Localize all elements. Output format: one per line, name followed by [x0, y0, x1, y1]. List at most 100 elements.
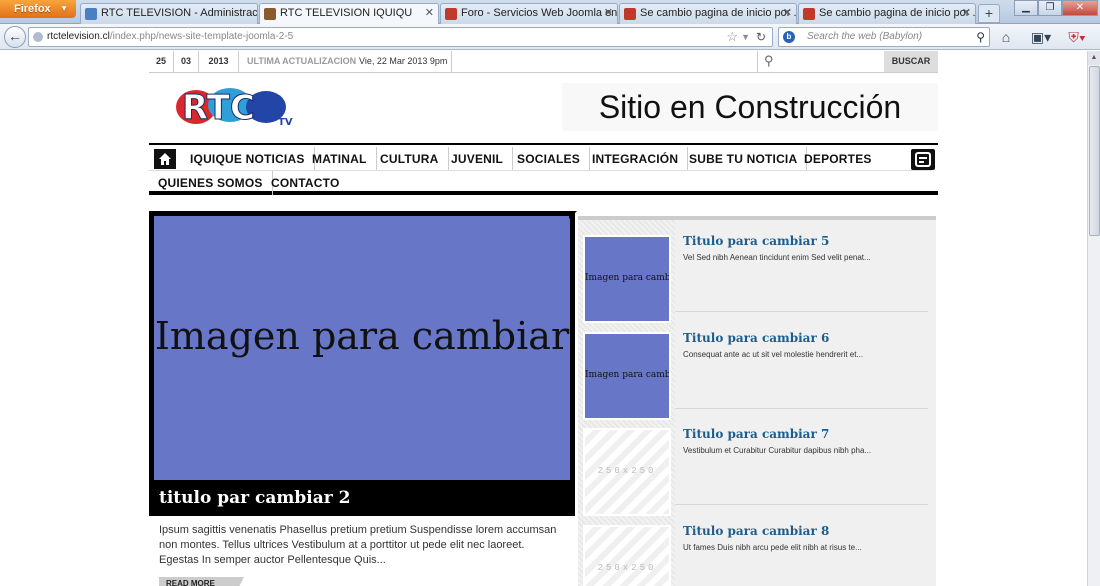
close-window-button[interactable]: ✕ — [1062, 0, 1098, 16]
menu-toggle-icon — [915, 152, 931, 167]
scroll-up-arrow-icon[interactable]: ▲ — [1088, 51, 1100, 65]
toolbar-menu-icon[interactable]: ▣▾ — [1026, 28, 1056, 46]
list-item-title[interactable]: Titulo para cambiar 8 — [683, 524, 829, 538]
list-item: Imagen para cambiar Titulo para cambiar … — [578, 317, 928, 420]
url-path: /index.php/news-site-template-joomla-2-5 — [109, 31, 294, 42]
search-engine-icon[interactable]: b — [783, 31, 795, 43]
site-search-input[interactable]: ⚲ — [757, 51, 883, 72]
nav-item-quienes-somos[interactable]: QUIENES SOMOS — [149, 171, 273, 195]
close-tab-icon[interactable]: ✕ — [604, 4, 613, 23]
restore-window-button[interactable]: ❐ — [1038, 0, 1062, 16]
tab-cambio-pagina-2[interactable]: Se cambio pagina de inicio por ... ✕ — [798, 3, 976, 24]
close-tab-icon[interactable]: ✕ — [425, 4, 434, 23]
search-icon[interactable]: ⚲ — [976, 28, 985, 46]
forum-favicon-icon — [624, 8, 636, 20]
address-bar[interactable]: rtctelevision.cl/index.php/news-site-tem… — [28, 27, 773, 47]
logo-letters: RTC — [182, 88, 255, 128]
buscar-button[interactable]: BUSCAR — [884, 51, 938, 72]
nav-item-deportes[interactable]: DEPORTES — [795, 147, 881, 171]
main-navigation: IQUIQUE NOTICIAS MATINAL CULTURA JUVENIL… — [149, 143, 938, 195]
globe-icon — [33, 32, 43, 42]
addon-icon[interactable]: ⛨▾ — [1062, 28, 1092, 46]
home-icon[interactable]: ⌂ — [996, 28, 1016, 46]
joomla-favicon-icon — [85, 8, 97, 20]
nav-item-cultura[interactable]: CULTURA — [371, 147, 449, 171]
featured-corner-decoration — [569, 211, 577, 219]
chevron-down-icon: ▼ — [60, 4, 68, 13]
home-button[interactable] — [154, 149, 176, 169]
featured-title[interactable]: titulo par cambiar 2 — [159, 483, 350, 513]
browser-nav-bar: ← rtctelevision.cl/index.php/news-site-t… — [0, 24, 1100, 50]
featured-frame: Imagen para cambiar titulo par cambiar 2 — [149, 211, 575, 516]
web-page: 25 03 2013 ULTIMA ACTUALIZACION Vie, 22 … — [0, 51, 1087, 586]
search-placeholder: Search the web (Babylon) — [807, 31, 923, 42]
new-tab-button[interactable]: + — [978, 4, 1000, 23]
list-item-placeholder-thumbnail[interactable]: 250x250 — [583, 428, 671, 516]
tab-label: RTC TELEVISION - Administración — [101, 7, 258, 19]
bookmark-star-icon[interactable]: ☆ — [726, 28, 738, 46]
browser-tab-bar: Firefox ▼ RTC TELEVISION - Administración… — [0, 0, 1100, 25]
last-update-value: Vie, 22 Mar 2013 9pm — [359, 56, 448, 66]
firefox-menu-label: Firefox — [14, 3, 51, 15]
tab-label: Foro - Servicios Web Joomla en ... — [461, 7, 618, 19]
nav-item-contacto[interactable]: CONTACTO — [262, 171, 349, 195]
top-bar-divider — [451, 51, 452, 72]
tab-label: Se cambio pagina de inicio por ... — [640, 7, 797, 19]
tab-foro-joomla[interactable]: Foro - Servicios Web Joomla en ... ✕ — [440, 3, 618, 24]
featured-description: Ipsum sagittis venenatis Phasellus preti… — [159, 524, 557, 566]
back-button[interactable]: ← — [4, 26, 26, 48]
list-item-placeholder-thumbnail[interactable]: 250x250 — [583, 525, 671, 586]
close-tab-icon[interactable]: ✕ — [962, 4, 971, 23]
logo-suffix: TV — [278, 117, 293, 128]
nav-item-sociales[interactable]: SOCIALES — [508, 147, 590, 171]
browser-search-field[interactable]: b Search the web (Babylon) ⚲ — [778, 27, 990, 47]
date-day: 25 — [149, 51, 174, 72]
read-more-button[interactable]: READ MORE — [159, 577, 244, 586]
list-item-thumbnail[interactable]: Imagen para cambiar — [583, 235, 671, 323]
rtc-logo[interactable]: RTC TV — [174, 85, 298, 131]
date-year: 2013 — [199, 51, 239, 72]
forum-favicon-icon — [445, 8, 457, 20]
tab-cambio-pagina-1[interactable]: Se cambio pagina de inicio por ... ✕ — [619, 3, 797, 24]
history-dropdown-icon[interactable]: ▼ — [741, 28, 750, 46]
nav-item-integracion[interactable]: INTEGRACIÓN — [583, 147, 689, 171]
list-item-description: Vel Sed nibh Aenean tincidunt enim Sed v… — [683, 253, 871, 262]
forum-favicon-icon — [803, 8, 815, 20]
list-item-title[interactable]: Titulo para cambiar 5 — [683, 234, 829, 248]
list-item-divider — [675, 311, 928, 312]
url-domain: rtctelevision.cl — [47, 31, 110, 42]
tab-label: RTC TELEVISION IQUIQU — [280, 7, 413, 19]
site-top-bar: 25 03 2013 ULTIMA ACTUALIZACION Vie, 22 … — [149, 51, 938, 73]
page-scrollbar[interactable]: ▲ — [1087, 51, 1100, 586]
reload-icon[interactable]: ↻ — [756, 28, 766, 46]
firefox-menu-button[interactable]: Firefox ▼ — [0, 0, 76, 18]
article-list: Imagen para cambiar Titulo para cambiar … — [578, 216, 936, 586]
list-item-description: Ut fames Duis nibh arcu pede elit nibh a… — [683, 543, 862, 552]
nav-item-juvenil[interactable]: JUVENIL — [442, 147, 514, 171]
list-item-thumbnail[interactable]: Imagen para cambiar — [583, 332, 671, 420]
tab-rtc-iquique[interactable]: RTC TELEVISION IQUIQU ✕ — [259, 3, 439, 25]
date-month: 03 — [174, 51, 199, 72]
tab-rtc-admin[interactable]: RTC TELEVISION - Administración — [80, 3, 258, 24]
featured-image[interactable]: Imagen para cambiar — [154, 216, 570, 480]
nav-item-matinal[interactable]: MATINAL — [303, 147, 377, 171]
list-item-title[interactable]: Titulo para cambiar 6 — [683, 331, 829, 345]
list-item-divider — [675, 408, 928, 409]
tab-label: Se cambio pagina de inicio por ... — [819, 7, 976, 19]
featured-article: Imagen para cambiar titulo par cambiar 2… — [149, 211, 577, 586]
home-icon — [159, 153, 171, 165]
nav-item-iquique-noticias[interactable]: IQUIQUE NOTICIAS — [181, 147, 315, 171]
site-favicon-icon — [264, 8, 276, 20]
list-item: 250x250 Titulo para cambiar 8 Ut fames D… — [578, 510, 928, 586]
nav-item-sube-tu-noticia[interactable]: SUBE TU NOTICIA — [680, 147, 808, 171]
close-tab-icon[interactable]: ✕ — [783, 4, 792, 23]
list-item-title[interactable]: Titulo para cambiar 7 — [683, 427, 829, 441]
list-item: Imagen para cambiar Titulo para cambiar … — [578, 220, 928, 323]
scrollbar-thumb[interactable] — [1089, 66, 1100, 236]
last-update-label: ULTIMA ACTUALIZACION — [247, 56, 357, 66]
minimize-window-button[interactable]: ▁ — [1014, 0, 1038, 16]
rtc-logo-graphic: RTC TV — [176, 88, 293, 129]
search-icon: ⚲ — [764, 53, 774, 68]
nav-menu-toggle-button[interactable] — [911, 149, 935, 170]
list-item-divider — [675, 504, 928, 505]
